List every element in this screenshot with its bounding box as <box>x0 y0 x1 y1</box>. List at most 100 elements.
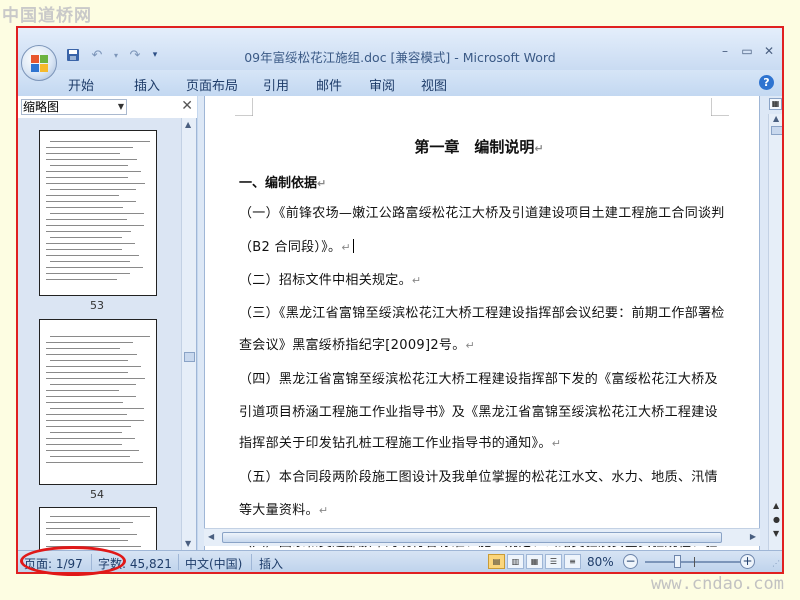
thumbnail-text-line <box>46 147 133 148</box>
thumbnail-pane-header: 缩略图 ▼ ✕ <box>18 96 197 118</box>
scroll-thumb[interactable] <box>771 126 782 135</box>
zoom-slider-knob[interactable] <box>674 555 681 568</box>
thumbnail-text-line <box>50 408 144 409</box>
full-screen-reading-icon[interactable]: ▥ <box>507 554 524 569</box>
status-divider <box>251 554 252 570</box>
tab-view[interactable]: 视图 <box>421 75 461 94</box>
thumbnail-text-line <box>46 396 136 397</box>
zoom-in-icon[interactable]: + <box>740 554 755 569</box>
thumbnail-text-line <box>46 267 143 268</box>
thumbnail-text-line <box>46 255 139 256</box>
thumbnail-text-line <box>46 390 119 391</box>
title-bar: ↶ ▾ ↷ ▾ 09年富绥松花江施组.doc [兼容模式] - Microsof… <box>18 28 782 81</box>
thumbnail-text-line <box>46 249 122 250</box>
close-pane-icon[interactable]: ✕ <box>181 98 193 114</box>
thumbnail-text-line <box>46 366 141 367</box>
thumbnail-text-line <box>46 414 127 415</box>
insert-mode-indicator[interactable]: 插入 <box>259 555 283 572</box>
scroll-left-icon[interactable]: ◀ <box>208 532 214 541</box>
scroll-right-icon[interactable]: ▶ <box>750 532 756 541</box>
draft-icon[interactable]: ≡ <box>564 554 581 569</box>
web-layout-icon[interactable]: ▦ <box>526 554 543 569</box>
document-vertical-scrollbar[interactable]: ▲ ▲ ● ▼ <box>768 114 782 550</box>
paragraph-line: （三）《黑龙江省富锦至绥滨松花江大桥工程建设指挥部会议纪要：前期工作部署检 <box>239 306 725 321</box>
paragraph-text: （二）招标文件中相关规定。 <box>239 273 412 288</box>
thumbnail-text-line <box>50 189 136 190</box>
close-icon[interactable]: ✕ <box>762 44 776 58</box>
zoom-out-icon[interactable]: − <box>623 554 638 569</box>
scroll-thumb[interactable] <box>222 532 722 543</box>
thumbnail-text-line <box>46 462 143 463</box>
paragraph-line: 查会议》黑富绥桥指纪字[2009]2号。↵ <box>239 334 475 353</box>
browse-object-icon[interactable]: ● <box>773 515 780 524</box>
zoom-level[interactable]: 80% <box>587 555 614 569</box>
paragraph-line: （二）招标文件中相关规定。↵ <box>239 269 421 288</box>
tab-review[interactable]: 审阅 <box>369 75 421 94</box>
thumbnail-pane: 缩略图 ▼ ✕ 53 54 ▲ ▼ <box>18 96 197 550</box>
thumbnail-text-line <box>46 522 133 523</box>
document-horizontal-scrollbar[interactable]: ◀ ▶ <box>204 528 760 546</box>
watermark-site-name: 中国道桥网 <box>2 6 92 26</box>
thumbnail-page-53[interactable] <box>39 130 157 296</box>
section-heading: 一、编制依据↵ <box>239 172 326 191</box>
thumbnail-text-line <box>46 450 139 451</box>
tab-references[interactable]: 引用 <box>263 75 316 94</box>
tab-mailings[interactable]: 邮件 <box>316 75 369 94</box>
thumbnail-text-line <box>46 219 127 220</box>
previous-page-icon[interactable]: ▲ <box>773 501 779 510</box>
scroll-up-icon[interactable]: ▲ <box>185 120 191 129</box>
thumbnail-text-line <box>46 273 130 274</box>
paragraph-mark: ↵ <box>317 177 327 190</box>
scroll-up-icon[interactable]: ▲ <box>773 114 779 123</box>
thumbnail-text-line <box>50 237 122 238</box>
thumbnail-text-line <box>46 243 135 244</box>
paragraph-line: 等大量资料。↵ <box>239 499 328 518</box>
thumbnail-text-line <box>46 534 137 535</box>
chevron-down-icon: ▼ <box>117 102 124 111</box>
thumbnail-text-line <box>46 153 120 154</box>
thumbnail-text-line <box>46 279 117 280</box>
thumbnail-text-line <box>50 456 130 457</box>
help-icon[interactable]: ? <box>759 75 774 90</box>
ruler-toggle-icon[interactable]: ▦ <box>769 98 782 110</box>
thumbnail-text-line <box>46 195 119 196</box>
annotation-circle <box>20 546 126 576</box>
thumbnail-page-55[interactable] <box>39 507 157 550</box>
language-indicator[interactable]: 中文(中国) <box>185 555 242 572</box>
navigation-view-select[interactable]: 缩略图 ▼ <box>21 99 127 115</box>
resize-grip-icon[interactable]: ⋰ <box>772 559 780 568</box>
thumbnail-text-line <box>46 420 144 421</box>
office-button[interactable] <box>21 45 57 81</box>
document-area: 第一章 编制说明↵ 一、编制依据↵ （一）《前锋农场—嫩江公路富绥松花江大桥及引… <box>198 96 782 550</box>
paragraph-mark: ↵ <box>318 504 329 517</box>
next-page-icon[interactable]: ▼ <box>773 529 779 538</box>
minimize-icon[interactable]: – <box>718 44 732 58</box>
thumbnail-text-line <box>46 444 122 445</box>
window-title: 09年富绥松花江施组.doc [兼容模式] - Microsoft Word <box>244 50 556 65</box>
thumbnail-text-line <box>50 540 128 541</box>
thumbnail-text-line <box>50 141 150 142</box>
restore-icon[interactable]: ▭ <box>740 44 754 58</box>
status-divider <box>178 554 179 570</box>
paragraph-mark: ↵ <box>341 241 351 254</box>
thumbnail-text-line <box>46 378 145 379</box>
paragraph-line: （一）《前锋农场—嫩江公路富绥松花江大桥及引道建设项目土建工程施工合同谈判 <box>239 206 725 221</box>
tab-page-layout[interactable]: 页面布局 <box>186 75 263 94</box>
scroll-thumb[interactable] <box>184 352 195 362</box>
thumbnail-text-line <box>46 225 144 226</box>
document-page[interactable]: 第一章 编制说明↵ 一、编制依据↵ （一）《前锋农场—嫩江公路富绥松花江大桥及引… <box>204 96 760 550</box>
thumbnail-page-54[interactable] <box>39 319 157 485</box>
zoom-slider[interactable] <box>645 561 745 563</box>
margin-corner-mark <box>235 98 253 116</box>
scroll-down-icon[interactable]: ▼ <box>185 539 191 548</box>
view-buttons: ▤ ▥ ▦ ☰ ≡ <box>488 554 581 569</box>
tab-home[interactable]: 开始 <box>68 75 134 94</box>
print-layout-icon[interactable]: ▤ <box>488 554 505 569</box>
paragraph-text: 查会议》黑富绥桥指纪字[2009]2号。 <box>239 338 466 353</box>
tab-insert[interactable]: 插入 <box>134 75 186 94</box>
outline-icon[interactable]: ☰ <box>545 554 562 569</box>
paragraph-text: 等大量资料。 <box>239 503 319 518</box>
paragraph-line: 指挥部关于印发钻孔桩工程施工作业指导书的通知》。↵ <box>239 432 561 451</box>
thumbnail-scrollbar[interactable]: ▲ ▼ <box>181 118 196 550</box>
thumbnail-text-line <box>46 402 123 403</box>
